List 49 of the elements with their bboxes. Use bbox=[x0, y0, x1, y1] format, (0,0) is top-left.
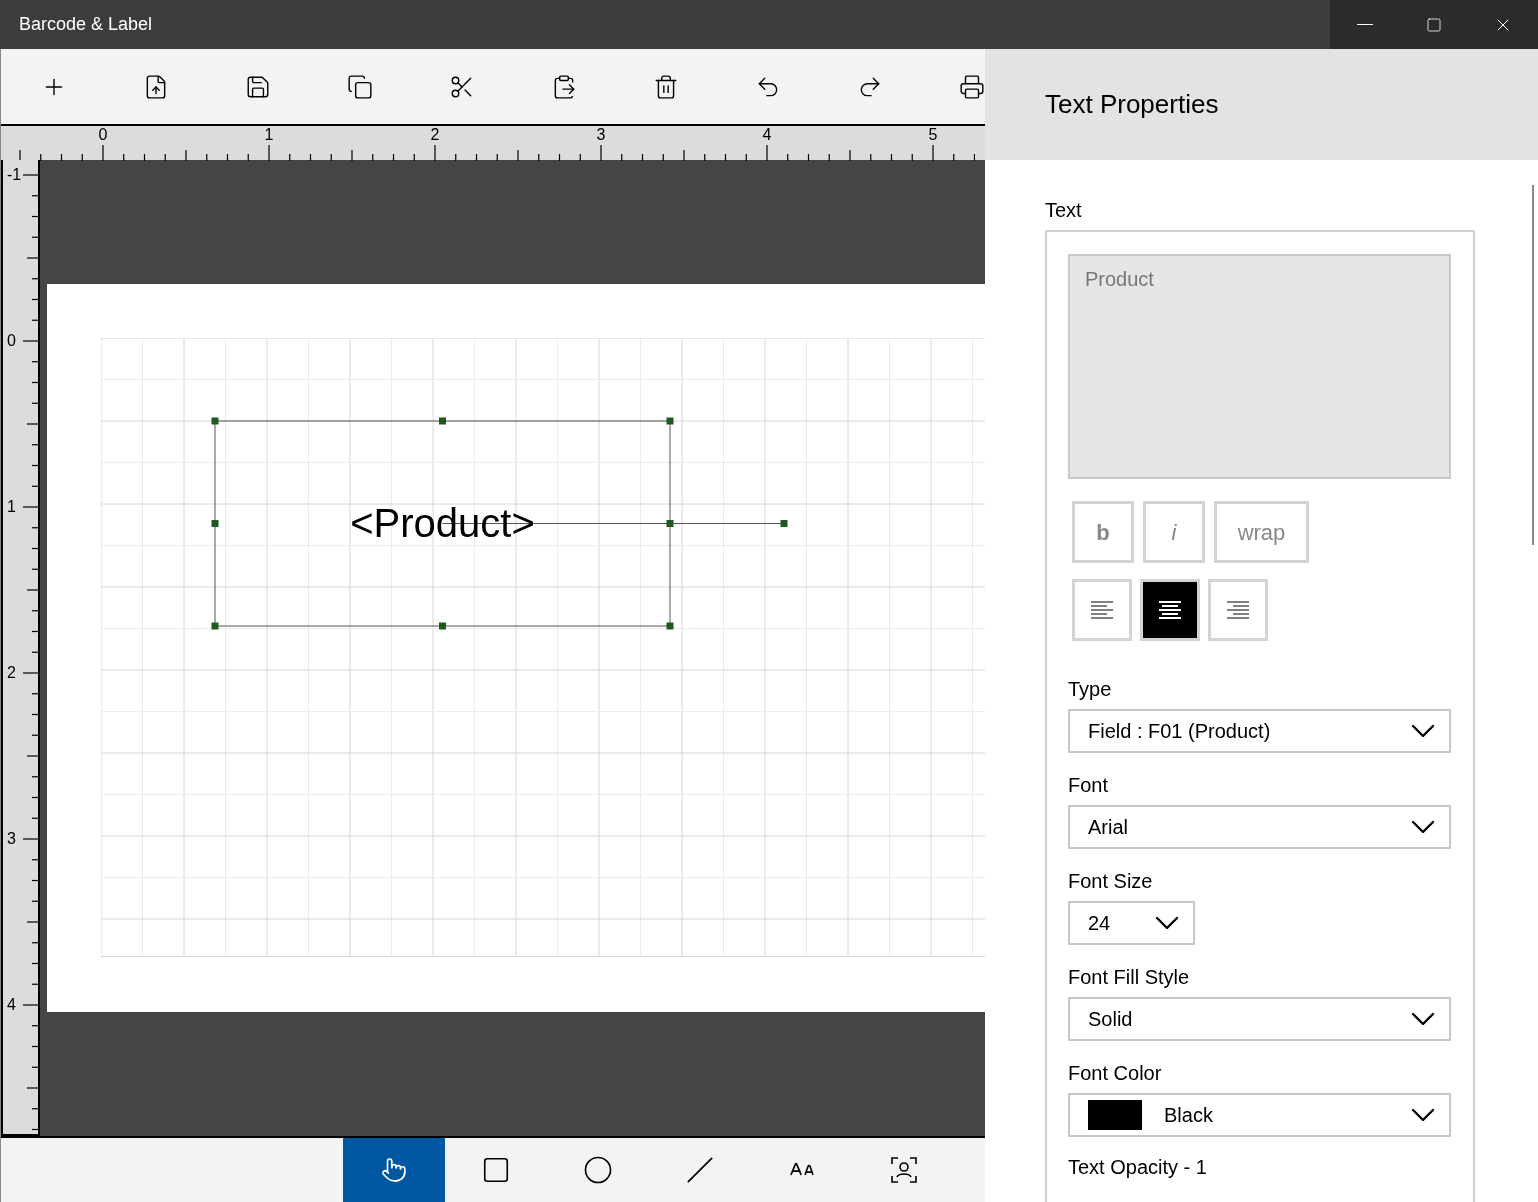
dropdown[interactable]: 24 bbox=[1068, 901, 1195, 945]
align-left-button[interactable] bbox=[1072, 579, 1132, 641]
pointer-tool-button[interactable] bbox=[343, 1138, 445, 1202]
ruler-number: 3 bbox=[596, 127, 606, 143]
rectangle-icon bbox=[481, 1155, 511, 1185]
opacity-label: Text Opacity - 1 bbox=[1068, 1155, 1208, 1179]
ruler-number: 0 bbox=[98, 127, 108, 143]
ruler-number: 4 bbox=[7, 997, 16, 1013]
bold-toggle[interactable]: b bbox=[1072, 501, 1134, 563]
ruler-number: 5 bbox=[928, 127, 938, 143]
ruler-number: 3 bbox=[7, 831, 16, 847]
ruler-number: 1 bbox=[264, 127, 274, 143]
align-center-button[interactable] bbox=[1140, 579, 1200, 641]
field-label: Font Fill Style bbox=[1068, 965, 1191, 989]
wrap-toggle[interactable]: wrap bbox=[1214, 501, 1309, 563]
scrollbar-thumb[interactable] bbox=[1532, 185, 1534, 545]
field-label: Font Color bbox=[1068, 1061, 1163, 1085]
align-left-icon bbox=[1091, 601, 1113, 619]
dropdown[interactable]: Solid bbox=[1068, 997, 1451, 1041]
minimize-icon bbox=[1356, 24, 1373, 25]
align-right-button[interactable] bbox=[1208, 579, 1268, 641]
field-label: Type bbox=[1068, 677, 1113, 701]
align-right-icon bbox=[1227, 601, 1249, 619]
ruler-number: 4 bbox=[762, 127, 772, 143]
ruler-number: 1 bbox=[7, 499, 16, 515]
window-title: Barcode & Label bbox=[18, 13, 154, 36]
dropdown[interactable]: Field : F01 (Product) bbox=[1068, 709, 1451, 753]
circle-icon bbox=[583, 1155, 613, 1185]
align-center-icon bbox=[1159, 601, 1181, 619]
ruler-number: 2 bbox=[430, 127, 440, 143]
field-label: Text bbox=[1045, 200, 1083, 220]
ruler-number: 0 bbox=[7, 333, 16, 349]
printer-icon bbox=[959, 73, 985, 100]
field-label: Font Size bbox=[1068, 869, 1154, 893]
trash-icon bbox=[653, 73, 679, 100]
field-label: Font bbox=[1068, 773, 1110, 797]
person-frame-icon bbox=[891, 1157, 917, 1183]
text-input-field[interactable]: Product bbox=[1068, 254, 1451, 479]
ruler-number: 2 bbox=[7, 665, 16, 681]
selection-frame[interactable] bbox=[211, 417, 789, 630]
dropdown[interactable]: Black bbox=[1068, 1093, 1451, 1137]
panel-title: Text Properties bbox=[1045, 88, 1219, 121]
ruler-number: -1 bbox=[7, 167, 22, 183]
hand-pointer-icon bbox=[381, 1157, 407, 1183]
italic-toggle[interactable]: i bbox=[1143, 501, 1205, 563]
copy-icon bbox=[347, 73, 373, 100]
dropdown[interactable]: Arial bbox=[1068, 805, 1451, 849]
line-icon bbox=[686, 1156, 714, 1184]
maximize-icon bbox=[1426, 16, 1442, 33]
